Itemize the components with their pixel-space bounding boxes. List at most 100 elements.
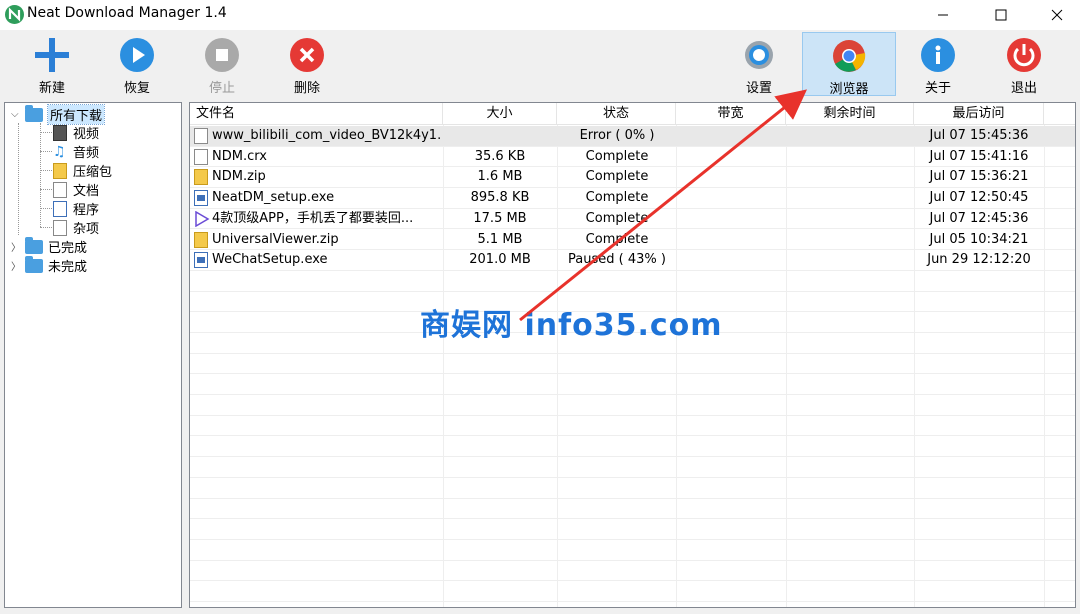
tree-item-label: 文档: [73, 184, 100, 199]
tree-item-label: 程序: [73, 203, 100, 218]
empty-table-row: [190, 271, 1075, 292]
table-row[interactable]: UniversalViewer.zip 5.1 MB Complete Jul 05 …: [190, 230, 1075, 251]
empty-table-row: [190, 354, 1075, 375]
last-access-time: Jul 07 15:45:36: [929, 128, 1029, 143]
status-text: Complete: [585, 169, 649, 185]
empty-table-row: [190, 561, 1075, 582]
status-text: Complete: [585, 231, 649, 247]
file-size: 17.5 MB: [473, 210, 527, 226]
chevron-down-icon: ⌵: [11, 109, 19, 120]
table-row[interactable]: NeatDM_setup.exe 895.8 KB Complete Jul 07 1…: [190, 188, 1075, 209]
program-icon: [53, 200, 67, 217]
blank-file-icon: [53, 219, 67, 236]
file-name: 4款顶级APP，手机丢了都要装回...: [212, 210, 414, 226]
column-header-size[interactable]: 大小: [443, 103, 557, 125]
empty-table-row: [190, 499, 1075, 520]
resume-button[interactable]: 恢复: [92, 32, 182, 96]
file-name-cell: NDM.zip: [194, 167, 442, 187]
info-icon: [921, 38, 955, 72]
blank-file-icon: [194, 128, 208, 144]
empty-table-row: [190, 437, 1075, 458]
settings-label: 设置: [745, 81, 772, 96]
table-row[interactable]: NDM.zip 1.6 MB Complete Jul 07 15:36:21: [190, 167, 1075, 189]
stop-icon: [205, 38, 239, 72]
minimize-button[interactable]: [920, 0, 966, 30]
stop-button[interactable]: 停止: [177, 32, 267, 96]
status-text: Complete: [585, 190, 649, 206]
tree-item-document[interactable]: 文档: [53, 180, 99, 199]
stop-label: 停止: [208, 81, 235, 96]
column-header-status[interactable]: 状态: [557, 103, 676, 125]
column-header-bandwidth[interactable]: 带宽: [676, 103, 786, 125]
chevron-right-icon: 〉: [11, 262, 21, 273]
music-note-icon: ♫: [53, 143, 67, 160]
status-text: Error ( 0% ): [579, 128, 655, 143]
watermark-text: 商娱网 info35.com: [420, 308, 723, 343]
status-text: Complete: [585, 148, 649, 164]
tree-item-label: 视频: [73, 127, 100, 142]
tree-item-label: 音频: [73, 146, 100, 161]
file-name: UniversalViewer.zip: [212, 231, 339, 247]
category-tree: ⌵ 所有下载 视频 ♫ 音频 压缩包 文档 程序 杂项 〉 已完成 〉 未完成: [4, 102, 182, 608]
delete-label: 删除: [293, 81, 320, 96]
exit-label: 退出: [1010, 81, 1037, 96]
close-window-button[interactable]: [1034, 0, 1080, 30]
power-icon: [1007, 38, 1041, 72]
resume-label: 恢复: [123, 81, 150, 96]
video-file-icon: [194, 210, 210, 228]
tree-item-audio[interactable]: ♫ 音频: [53, 142, 99, 161]
empty-table-row: [190, 540, 1075, 561]
file-name: NDM.zip: [212, 169, 266, 185]
zip-file-icon: [194, 231, 208, 248]
empty-table-row: [190, 478, 1075, 499]
tree-item-video[interactable]: 视频: [53, 123, 99, 142]
column-header-last-access[interactable]: 最后访问: [914, 103, 1044, 125]
document-icon: [53, 181, 67, 198]
tree-item-archive[interactable]: 压缩包: [53, 161, 112, 180]
film-icon: [53, 124, 67, 141]
table-row[interactable]: www_bilibili_com_video_BV12k4y1... Error …: [190, 126, 1075, 147]
column-header-remaining[interactable]: 剩余时间: [786, 103, 914, 125]
column-header-name[interactable]: 文件名: [190, 103, 443, 125]
table-row[interactable]: 4款顶级APP，手机丢了都要装回... 17.5 MB Complete Jul 07…: [190, 209, 1075, 230]
last-access-time: Jul 07 12:45:36: [929, 210, 1029, 226]
new-download-button[interactable]: 新建: [7, 32, 97, 96]
last-access-time: Jul 07 15:36:21: [929, 169, 1029, 185]
empty-table-row: [190, 457, 1075, 478]
empty-table-row: [190, 581, 1075, 603]
tree-item-misc[interactable]: 杂项: [53, 218, 99, 237]
tree-item-completed[interactable]: 〉 已完成: [11, 236, 87, 256]
minimize-icon: [938, 14, 948, 16]
tree-item-label: 未完成: [48, 260, 88, 275]
exit-button[interactable]: 退出: [979, 32, 1069, 96]
about-button[interactable]: 关于: [893, 32, 983, 96]
status-text: Paused ( 43% ): [568, 252, 666, 268]
settings-button[interactable]: 设置: [714, 32, 804, 96]
tree-item-incomplete[interactable]: 〉 未完成: [11, 255, 88, 275]
status-text: Complete: [585, 210, 649, 226]
tree-item-label: 所有下载: [46, 104, 106, 125]
delete-button[interactable]: 删除: [262, 32, 352, 96]
maximize-button[interactable]: [978, 0, 1024, 30]
file-name: www_bilibili_com_video_BV12k4y1...: [212, 128, 442, 143]
file-name-cell: www_bilibili_com_video_BV12k4y1...: [194, 126, 442, 146]
blank-file-icon: [194, 148, 208, 165]
browser-button[interactable]: 浏览器: [802, 32, 896, 97]
empty-table-row: [190, 519, 1075, 540]
folder-icon: [25, 104, 43, 122]
tree-item-program[interactable]: 程序: [53, 199, 99, 218]
title-bar: Neat Download Manager 1.4: [0, 0, 1080, 30]
table-row[interactable]: NDM.crx 35.6 KB Complete Jul 07 15:41:16: [190, 147, 1075, 168]
folder-icon: [25, 255, 43, 273]
file-size: 1.6 MB: [477, 169, 523, 185]
table-row[interactable]: WeChatSetup.exe 201.0 MB Paused ( 43% ) Jun…: [190, 250, 1075, 271]
empty-table-row: [190, 374, 1075, 396]
play-icon: [120, 38, 154, 72]
close-icon: [1051, 9, 1063, 21]
last-access-time: Jul 07 12:50:45: [929, 190, 1029, 206]
plus-icon: [35, 38, 69, 72]
tree-item-all-downloads[interactable]: ⌵ 所有下载: [11, 104, 106, 125]
file-name: NeatDM_setup.exe: [212, 190, 335, 206]
chrome-browser-icon: [832, 39, 866, 73]
last-access-time: Jul 07 15:41:16: [929, 148, 1029, 164]
